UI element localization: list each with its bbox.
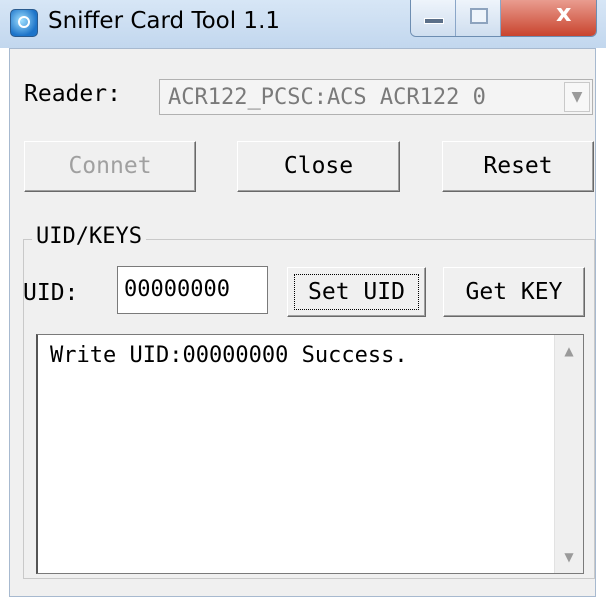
log-scrollbar[interactable]: ▲ ▼ xyxy=(554,335,583,573)
app-icon xyxy=(10,9,38,37)
close-icon: x xyxy=(556,0,572,27)
maximize-icon xyxy=(470,8,488,24)
window-controls: x xyxy=(410,0,597,37)
uid-input-value: 00000000 xyxy=(124,277,230,302)
window-title: Sniffer Card Tool 1.1 xyxy=(48,8,281,34)
uid-keys-group-title: UID/KEYS xyxy=(32,224,146,249)
title-bar[interactable]: Sniffer Card Tool 1.1 x xyxy=(0,0,606,48)
reader-select-value: ACR122_PCSC:ACS ACR122 0 xyxy=(168,85,486,110)
reset-button[interactable]: Reset xyxy=(442,141,594,192)
connect-button[interactable]: Connet xyxy=(24,141,196,192)
focus-ring xyxy=(294,274,419,310)
uid-label: UID: xyxy=(23,280,79,306)
get-key-button[interactable]: Get KEY xyxy=(443,267,585,317)
minimize-icon xyxy=(424,18,444,24)
set-uid-button[interactable]: Set UID xyxy=(287,267,426,317)
log-text: Write UID:00000000 Success. xyxy=(50,343,408,368)
uid-input[interactable]: 00000000 xyxy=(117,266,268,314)
close-button[interactable]: Close xyxy=(237,141,400,192)
chevron-down-icon[interactable]: ▼ xyxy=(564,82,590,112)
log-textarea[interactable]: Write UID:00000000 Success. ▲ ▼ xyxy=(36,334,584,574)
reader-select[interactable]: ACR122_PCSC:ACS ACR122 0 ▼ xyxy=(159,79,593,115)
reader-label: Reader: xyxy=(24,81,121,107)
close-window-button[interactable]: x xyxy=(501,0,596,36)
scroll-down-icon[interactable]: ▼ xyxy=(555,543,583,571)
scroll-up-icon[interactable]: ▲ xyxy=(555,337,583,365)
minimize-button[interactable] xyxy=(411,0,456,36)
maximize-button[interactable] xyxy=(456,0,501,36)
